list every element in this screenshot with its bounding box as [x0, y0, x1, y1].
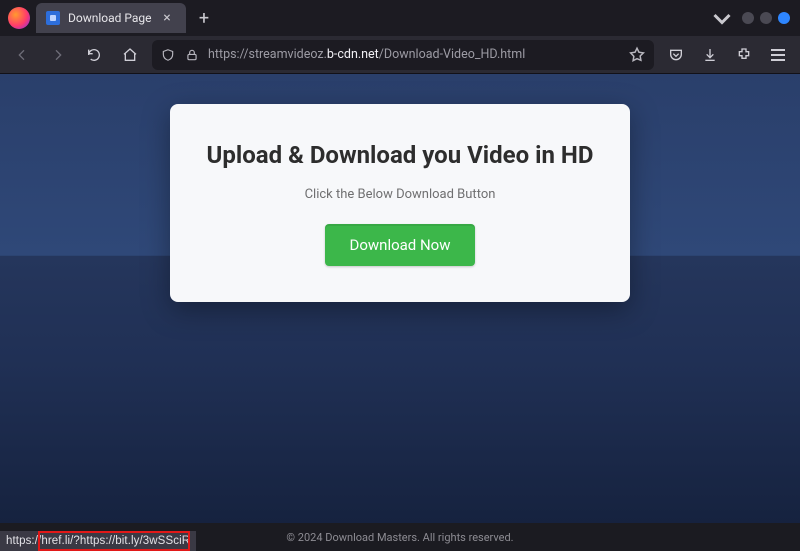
window-minimize-button[interactable]: [742, 12, 754, 24]
nav-toolbar: https://streamvideoz.b-cdn.net/Download-…: [0, 36, 800, 74]
browser-tab[interactable]: Download Page ×: [36, 3, 186, 33]
back-button[interactable]: [8, 41, 36, 69]
downloads-button[interactable]: [696, 41, 724, 69]
footer-text: © 2024 Download Masters. All rights rese…: [286, 531, 513, 544]
home-button[interactable]: [116, 41, 144, 69]
link-preview-text: https://href.li/?https://bit.ly/3wSSciR: [6, 535, 190, 547]
link-preview-statusbar: https://href.li/?https://bit.ly/3wSSciR: [0, 531, 196, 551]
window-maximize-button[interactable]: [760, 12, 772, 24]
shield-icon: [160, 47, 176, 63]
pocket-button[interactable]: [662, 41, 690, 69]
titlebar: Download Page × +: [0, 0, 800, 36]
download-now-button[interactable]: Download Now: [325, 224, 474, 266]
page-heading: Upload & Download you Video in HD: [206, 140, 594, 171]
window-close-button[interactable]: [778, 12, 790, 24]
hamburger-icon: [771, 49, 785, 61]
url-prefix: https://streamvideoz.: [208, 47, 327, 62]
bookmark-star-icon[interactable]: [628, 46, 646, 64]
app-icon: [8, 7, 30, 29]
reload-button[interactable]: [80, 41, 108, 69]
lock-icon: [184, 47, 200, 63]
url-domain: b-cdn.net: [327, 47, 379, 62]
page-viewport: Upload & Download you Video in HD Click …: [0, 74, 800, 551]
url-path: /Download-Video_HD.html: [379, 47, 525, 62]
app-menu-button[interactable]: [764, 41, 792, 69]
download-card: Upload & Download you Video in HD Click …: [170, 104, 630, 302]
tab-title: Download Page: [68, 11, 152, 25]
extensions-button[interactable]: [730, 41, 758, 69]
tab-favicon-icon: [46, 11, 60, 25]
tab-close-button[interactable]: ×: [158, 9, 176, 27]
forward-button[interactable]: [44, 41, 72, 69]
new-tab-button[interactable]: +: [190, 4, 218, 32]
url-text: https://streamvideoz.b-cdn.net/Download-…: [208, 47, 620, 62]
tabs-dropdown-button[interactable]: [710, 6, 734, 30]
window-controls: [742, 12, 790, 24]
address-bar[interactable]: https://streamvideoz.b-cdn.net/Download-…: [152, 40, 654, 70]
page-subtext: Click the Below Download Button: [206, 187, 594, 202]
